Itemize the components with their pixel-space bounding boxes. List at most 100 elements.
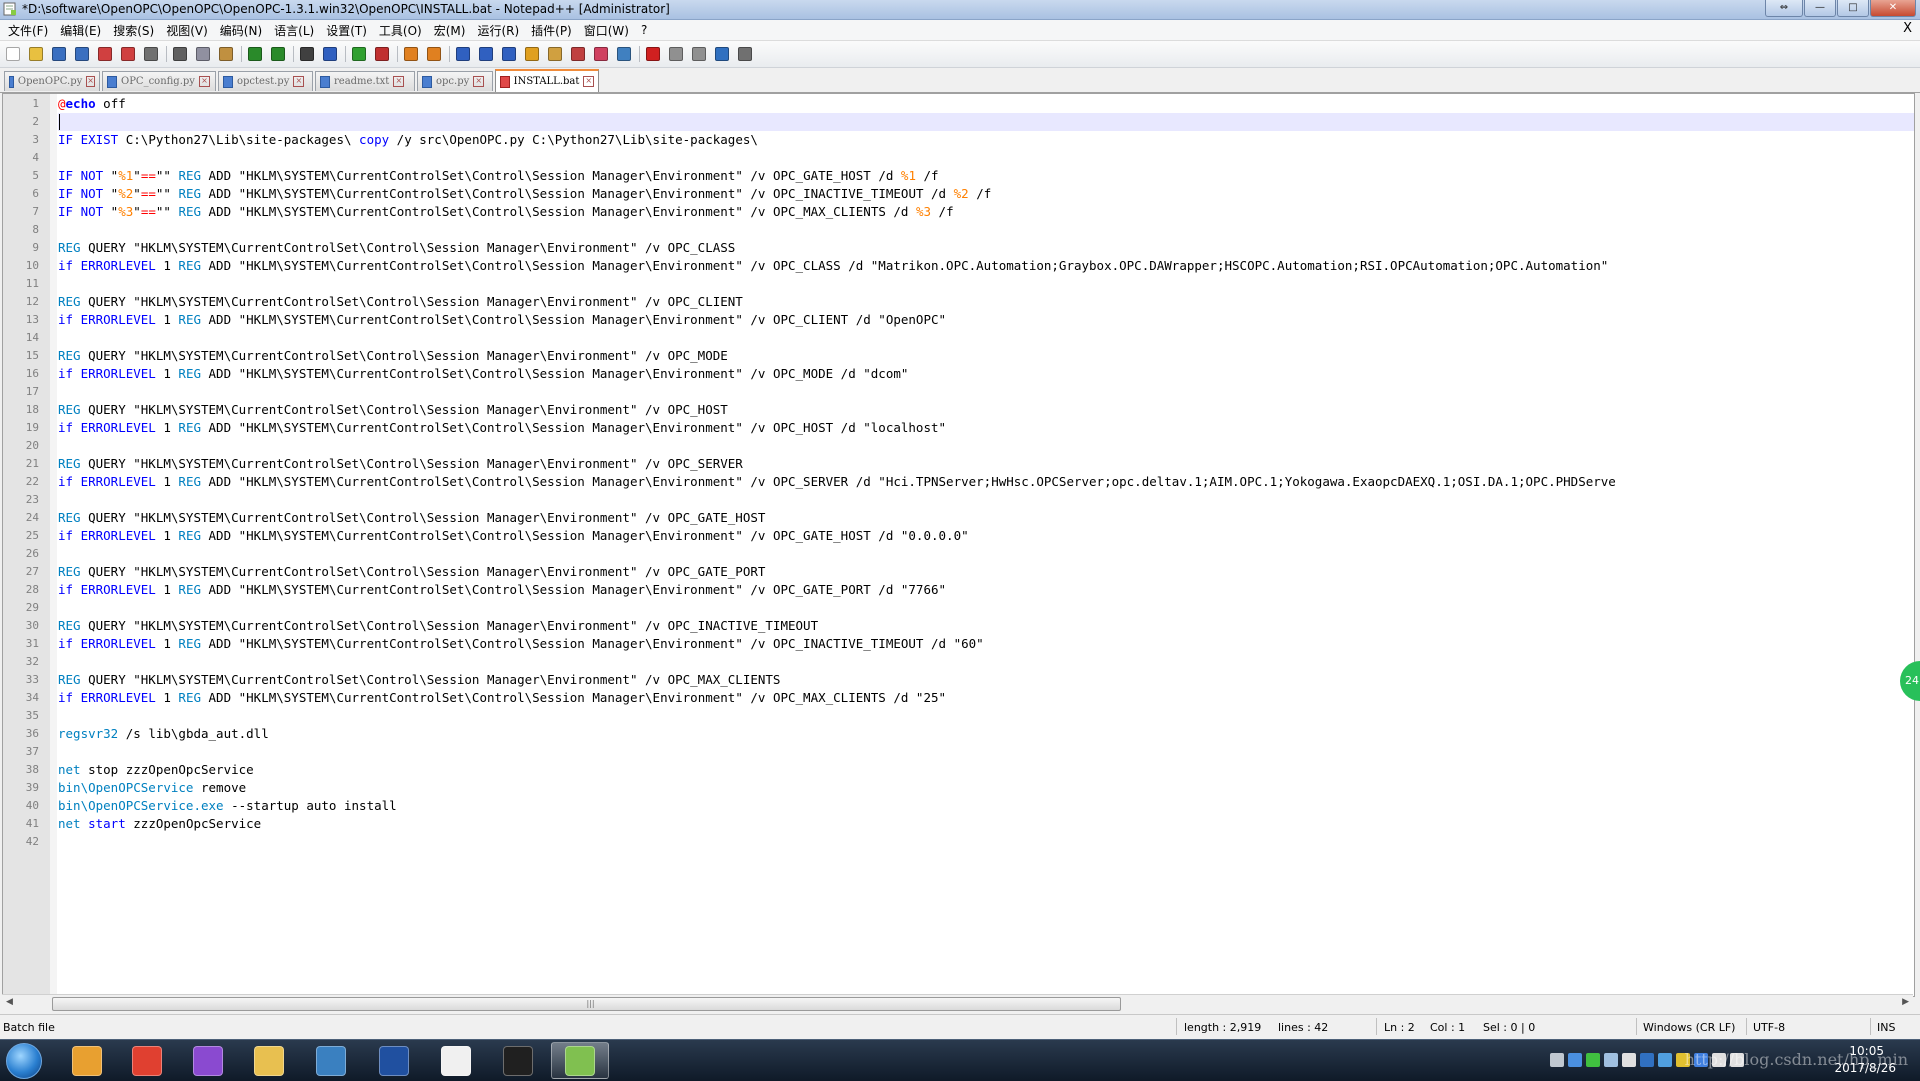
code-area[interactable]: @echo off IF EXIST C:\Python27\Lib\site-p… (58, 94, 1914, 984)
minimize-button[interactable]: — (1804, 0, 1836, 17)
open-file-icon[interactable] (27, 45, 45, 62)
menu-item[interactable]: 编码(N) (214, 22, 268, 39)
cut-icon[interactable] (171, 45, 189, 62)
editor[interactable]: 1 2 3 4 5 6 7 8 9 10 11 12 13 14 15 16 17 18 19 20 21 22 23 24 2… (2, 93, 1915, 997)
menu-item[interactable]: 设置(T) (320, 22, 373, 39)
taskbar-ipython-button[interactable] (427, 1042, 485, 1079)
code-line[interactable]: bin\OpenOPCService remove (58, 779, 246, 797)
close-icon[interactable] (96, 45, 114, 62)
stop-macro-icon[interactable] (667, 45, 685, 62)
play-macro-multiple-icon[interactable] (713, 45, 731, 62)
code-line[interactable]: if ERRORLEVEL 1 REG ADD "HKLM\SYSTEM\Cur… (58, 365, 908, 383)
taskbar-chrome-button[interactable] (118, 1042, 176, 1079)
user-language-icon[interactable] (523, 45, 541, 62)
scroll-right-arrow-icon[interactable]: ▶ (1902, 997, 1909, 1007)
menu-item[interactable]: 视图(V) (160, 22, 214, 39)
wechat-icon[interactable] (1586, 1053, 1600, 1067)
keyboard-icon[interactable] (1550, 1053, 1564, 1067)
scrollbar-thumb[interactable]: ||| (52, 997, 1121, 1011)
code-line[interactable]: REG QUERY "HKLM\SYSTEM\CurrentControlSet… (58, 401, 728, 419)
start-button[interactable] (6, 1043, 42, 1079)
taskbar-signal-app-button[interactable] (365, 1042, 423, 1079)
taskbar-file-explorer-button[interactable] (240, 1042, 298, 1079)
menu-item[interactable]: 编辑(E) (54, 22, 107, 39)
function-list-icon[interactable] (569, 45, 587, 62)
taskbar-visual-studio-button[interactable] (179, 1042, 237, 1079)
tab-readme-txt[interactable]: readme.txt × (315, 71, 415, 91)
status-encoding[interactable]: UTF-8 (1753, 1021, 1785, 1034)
word-wrap-icon[interactable] (454, 45, 472, 62)
code-line[interactable]: IF NOT "%3"=="" REG ADD "HKLM\SYSTEM\Cur… (58, 203, 954, 221)
save-icon[interactable] (50, 45, 68, 62)
code-line[interactable]: REG QUERY "HKLM\SYSTEM\CurrentControlSet… (58, 509, 765, 527)
status-mode[interactable]: INS (1877, 1021, 1895, 1034)
clock-time[interactable]: 10:05 (1849, 1044, 1884, 1058)
sync-vertical-icon[interactable] (402, 45, 420, 62)
tab-close-icon[interactable]: × (198, 76, 210, 87)
taskbar-windows-live-button[interactable] (58, 1042, 116, 1079)
clock-date[interactable]: 2017/8/26 (1834, 1061, 1896, 1075)
menu-item[interactable]: 窗口(W) (578, 22, 635, 39)
code-line[interactable]: if ERRORLEVEL 1 REG ADD "HKLM\SYSTEM\Cur… (58, 311, 946, 329)
print-icon[interactable] (142, 45, 160, 62)
replace-icon[interactable] (321, 45, 339, 62)
save-all-icon[interactable] (73, 45, 91, 62)
code-line[interactable]: if ERRORLEVEL 1 REG ADD "HKLM\SYSTEM\Cur… (58, 419, 946, 437)
paste-icon[interactable] (217, 45, 235, 62)
code-line[interactable]: net stop zzzOpenOpcService (58, 761, 254, 779)
menu-item[interactable]: 宏(M) (428, 22, 472, 39)
menu-item[interactable]: 语言(L) (268, 22, 320, 39)
flag-icon[interactable] (1622, 1053, 1636, 1067)
code-line[interactable]: if ERRORLEVEL 1 REG ADD "HKLM\SYSTEM\Cur… (58, 635, 984, 653)
network-icon[interactable] (1604, 1053, 1618, 1067)
save-macro-icon[interactable] (736, 45, 754, 62)
menu-item[interactable]: 工具(O) (373, 22, 428, 39)
code-line[interactable]: IF EXIST C:\Python27\Lib\site-packages\ … (58, 131, 758, 149)
code-line[interactable]: if ERRORLEVEL 1 REG ADD "HKLM\SYSTEM\Cur… (58, 689, 946, 707)
maximize-button[interactable]: □ (1837, 0, 1869, 17)
close-document-button[interactable]: X (1903, 21, 1912, 36)
notepad-plus-plus-icon[interactable] (3, 2, 17, 16)
tab-close-icon[interactable]: × (393, 76, 405, 87)
menu-item[interactable]: 搜索(S) (107, 22, 160, 39)
code-line[interactable]: IF NOT "%2"=="" REG ADD "HKLM\SYSTEM\Cur… (58, 185, 991, 203)
monitoring-icon[interactable] (615, 45, 633, 62)
code-line[interactable]: @echo off (58, 95, 126, 113)
copy-icon[interactable] (194, 45, 212, 62)
document-map-icon[interactable] (546, 45, 564, 62)
app-tray-icon[interactable] (1640, 1053, 1654, 1067)
indent-guide-icon[interactable] (500, 45, 518, 62)
code-line[interactable]: REG QUERY "HKLM\SYSTEM\CurrentControlSet… (58, 617, 818, 635)
code-line[interactable]: regsvr32 /s lib\gbda_aut.dll (58, 725, 269, 743)
code-line[interactable]: REG QUERY "HKLM\SYSTEM\CurrentControlSet… (58, 455, 743, 473)
code-line[interactable]: IF NOT "%1"=="" REG ADD "HKLM\SYSTEM\Cur… (58, 167, 939, 185)
undo-icon[interactable] (246, 45, 264, 62)
code-line[interactable]: REG QUERY "HKLM\SYSTEM\CurrentControlSet… (58, 293, 743, 311)
zoom-in-icon[interactable] (350, 45, 368, 62)
close-all-icon[interactable] (119, 45, 137, 62)
tab-opc-config-py[interactable]: OPC_config.py × (102, 71, 216, 91)
new-file-icon[interactable] (4, 45, 22, 62)
taskbar-notepad-plus-plus-button[interactable] (551, 1042, 609, 1079)
code-line[interactable]: if ERRORLEVEL 1 REG ADD "HKLM\SYSTEM\Cur… (58, 527, 969, 545)
menu-item[interactable]: 插件(P) (525, 22, 578, 39)
display-icon[interactable] (1658, 1053, 1672, 1067)
tab-opc-py[interactable]: opc.py × (417, 71, 493, 91)
menu-item[interactable]: 文件(F) (2, 22, 54, 39)
show-all-chars-icon[interactable] (477, 45, 495, 62)
tab-close-icon[interactable]: × (583, 76, 594, 87)
restore-size-button[interactable]: ⇔ (1765, 0, 1803, 17)
taskbar-command-prompt-button[interactable] (489, 1042, 547, 1079)
tab-install-bat[interactable]: INSTALL.bat × (495, 69, 599, 92)
redo-icon[interactable] (269, 45, 287, 62)
taskbar-oscilloscope-app-button[interactable] (302, 1042, 360, 1079)
tab-opctest-py[interactable]: opctest.py × (218, 71, 313, 91)
sync-horizontal-icon[interactable] (425, 45, 443, 62)
record-macro-icon[interactable] (644, 45, 662, 62)
code-line[interactable]: REG QUERY "HKLM\SYSTEM\CurrentControlSet… (58, 239, 735, 257)
code-line[interactable]: if ERRORLEVEL 1 REG ADD "HKLM\SYSTEM\Cur… (58, 473, 1616, 491)
status-eol[interactable]: Windows (CR LF) (1643, 1021, 1735, 1034)
menu-item[interactable]: ? (635, 23, 653, 37)
code-line[interactable]: net start zzzOpenOpcService (58, 815, 261, 833)
find-icon[interactable] (298, 45, 316, 62)
